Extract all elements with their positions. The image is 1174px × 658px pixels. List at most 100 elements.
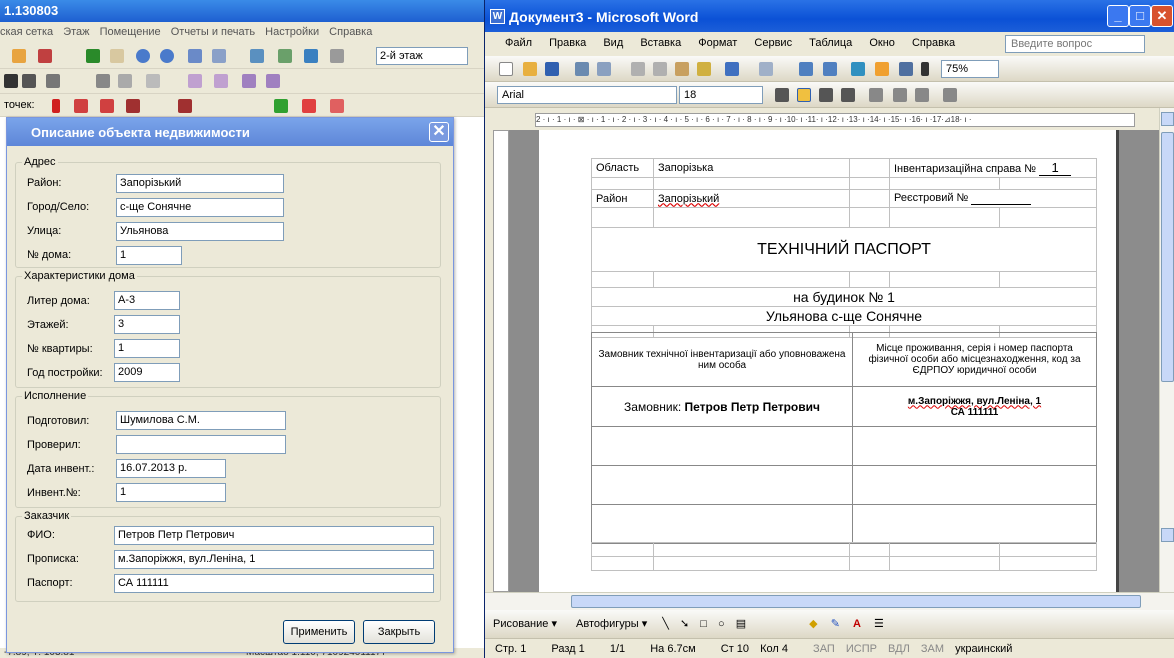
undo-icon[interactable] <box>725 62 739 76</box>
menu-grid[interactable]: ская сетка <box>0 26 53 38</box>
maximize-button[interactable]: □ <box>1129 5 1151 27</box>
line-color-icon[interactable]: ✎ <box>831 618 840 630</box>
menu-help[interactable]: Справка <box>912 37 955 49</box>
formula-icon[interactable] <box>851 62 865 76</box>
point-line-icon[interactable] <box>74 99 88 113</box>
menu-table[interactable]: Таблица <box>809 37 852 49</box>
scroll-down-button[interactable] <box>1161 528 1174 542</box>
menu-file[interactable]: Файл <box>505 37 532 49</box>
registration-field[interactable]: м.Запоріжжя, вул.Леніна, 1 <box>114 550 434 569</box>
indent-icon[interactable] <box>915 88 929 102</box>
folder-icon[interactable] <box>12 49 26 63</box>
borders-icon[interactable] <box>943 88 957 102</box>
paste-icon[interactable] <box>675 62 689 76</box>
format-painter-icon[interactable] <box>697 62 711 76</box>
delete-icon[interactable] <box>38 49 52 63</box>
line-icon[interactable]: ╲ <box>662 618 669 630</box>
window-tool-icon[interactable] <box>22 74 36 88</box>
arrow-icon[interactable]: ➘ <box>680 618 689 630</box>
fio-field[interactable]: Петров Петр Петрович <box>114 526 434 545</box>
menu-format[interactable]: Формат <box>698 37 737 49</box>
stairs-tool-icon[interactable] <box>96 74 110 88</box>
autoshapes-button[interactable]: Автофигуры <box>576 618 639 630</box>
dimension-tool-icon[interactable] <box>242 74 256 88</box>
ask-question-field[interactable]: Введите вопрос <box>1005 35 1145 53</box>
status-ovr[interactable]: ЗАМ <box>921 643 944 655</box>
font-combo[interactable]: Arial <box>497 86 677 104</box>
rectangle-icon[interactable]: □ <box>700 618 707 630</box>
menu-help[interactable]: Справка <box>329 26 372 38</box>
move-icon[interactable] <box>278 49 292 63</box>
rect-tool-icon[interactable] <box>146 74 160 88</box>
status-rec[interactable]: ЗАП <box>813 643 835 655</box>
zoom-out-icon[interactable] <box>160 49 174 63</box>
district-field[interactable]: Запорізький <box>116 174 284 193</box>
open-icon[interactable] <box>523 62 537 76</box>
zoom-in-icon[interactable] <box>136 49 150 63</box>
prepared-field[interactable]: Шумилова С.М. <box>116 411 286 430</box>
label-tool-icon[interactable] <box>266 74 280 88</box>
line-style-icon[interactable]: ☰ <box>874 618 884 630</box>
point-delete-icon[interactable] <box>302 99 316 113</box>
point-add-icon[interactable] <box>52 99 60 113</box>
redo-icon[interactable] <box>759 62 773 76</box>
scroll-thumb[interactable] <box>1161 132 1174 382</box>
city-field[interactable]: с-ще Сонячне <box>116 198 284 217</box>
new-doc-icon[interactable] <box>499 62 513 76</box>
align-center-icon[interactable] <box>797 88 811 102</box>
hand-icon[interactable] <box>110 49 124 63</box>
zoom-combo[interactable]: 75% <box>941 60 999 78</box>
textbox-icon[interactable]: ▤ <box>736 618 746 630</box>
status-trk[interactable]: ИСПР <box>846 643 877 655</box>
zoom-window-icon[interactable] <box>212 49 226 63</box>
vertical-ruler[interactable] <box>493 130 509 592</box>
floor-select[interactable]: 2-й этаж <box>376 47 468 65</box>
zoom-fit-icon[interactable] <box>188 49 202 63</box>
fill-tool-icon[interactable] <box>214 74 228 88</box>
fill-color-icon[interactable]: ◆ <box>809 618 817 630</box>
point-triangle-icon[interactable] <box>126 99 140 113</box>
checked-field[interactable] <box>116 435 286 454</box>
status-ext[interactable]: ВДЛ <box>888 643 910 655</box>
measure-icon[interactable] <box>250 49 264 63</box>
street-field[interactable]: Ульянова <box>116 222 284 241</box>
scroll-up-button[interactable] <box>1161 112 1174 126</box>
house-field[interactable]: 1 <box>116 246 182 265</box>
save-icon[interactable] <box>545 62 559 76</box>
horizontal-scrollbar[interactable] <box>485 592 1174 610</box>
menu-floor[interactable]: Этаж <box>63 26 89 38</box>
menu-reports[interactable]: Отчеты и печать <box>171 26 255 38</box>
pointer-icon[interactable] <box>86 49 100 63</box>
list-icon[interactable] <box>893 88 907 102</box>
drawing-icon[interactable] <box>875 62 889 76</box>
pilcrow-icon[interactable] <box>921 62 929 76</box>
print-icon[interactable] <box>575 62 589 76</box>
point-grid-icon[interactable] <box>330 99 344 113</box>
refresh-icon[interactable] <box>304 49 318 63</box>
copy-icon[interactable] <box>653 62 667 76</box>
menu-insert[interactable]: Вставка <box>640 37 681 49</box>
menu-tools[interactable]: Сервис <box>754 37 792 49</box>
passport-field[interactable]: СА 111111 <box>114 574 434 593</box>
inventory-date-field[interactable]: 16.07.2013 р. <box>116 459 226 478</box>
align-left-icon[interactable] <box>775 88 789 102</box>
menu-settings[interactable]: Настройки <box>265 26 319 38</box>
preview-icon[interactable] <box>597 62 611 76</box>
oval-icon[interactable]: ○ <box>718 618 725 630</box>
document-map-icon[interactable] <box>899 62 913 76</box>
vertical-scrollbar[interactable] <box>1159 108 1174 592</box>
close-button[interactable]: Закрыть <box>363 620 435 644</box>
align-right-icon[interactable] <box>819 88 833 102</box>
document-page[interactable]: Область Запорізька Інвентаризаційна спра… <box>539 130 1119 592</box>
close-window-button[interactable]: ✕ <box>1151 5 1173 27</box>
column-tool-icon[interactable] <box>118 74 132 88</box>
menu-room[interactable]: Помещение <box>100 26 161 38</box>
justify-icon[interactable] <box>841 88 855 102</box>
cut-icon[interactable] <box>631 62 645 76</box>
point-angle-icon[interactable] <box>178 99 192 113</box>
wall-tool-icon[interactable] <box>4 74 18 88</box>
document-area[interactable]: Область Запорізька Інвентаризаційна спра… <box>509 130 1159 592</box>
insert-table-icon[interactable] <box>799 62 813 76</box>
floors-field[interactable]: 3 <box>114 315 180 334</box>
draw-menu-button[interactable]: Рисование <box>493 618 548 630</box>
